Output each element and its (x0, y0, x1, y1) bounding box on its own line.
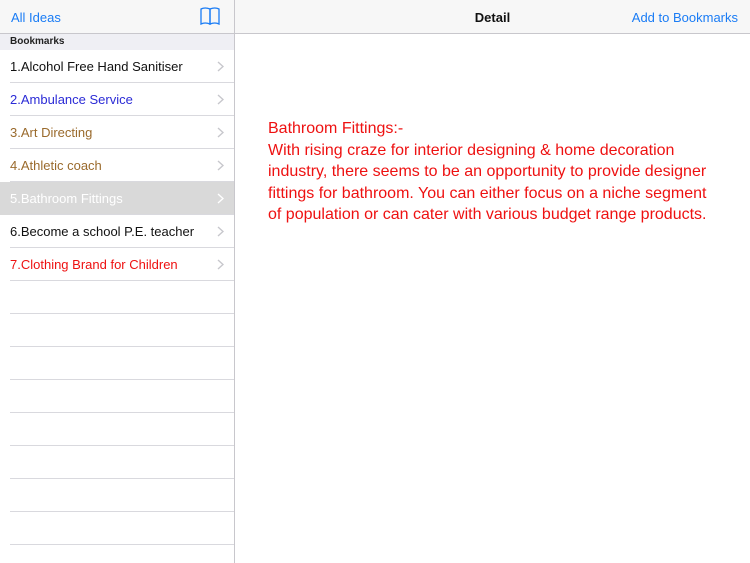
empty-row (0, 347, 234, 380)
empty-row (0, 512, 234, 545)
chevron-right-icon (217, 193, 224, 204)
bookmark-item-label: 2.Ambulance Service (10, 92, 133, 107)
detail-description: With rising craze for interior designing… (268, 141, 707, 224)
all-ideas-button[interactable]: All Ideas (11, 10, 61, 25)
sidebar: All Ideas Bookmarks 1.Alcohol Free Hand … (0, 0, 235, 563)
bookmark-item[interactable]: 5.Bathroom Fittings (0, 182, 234, 215)
bookmark-item-label: 3.Art Directing (10, 125, 93, 140)
empty-row (0, 413, 234, 446)
book-icon[interactable] (200, 7, 220, 25)
empty-row (0, 281, 234, 314)
empty-row (0, 314, 234, 347)
bookmark-item[interactable]: 4.Athletic coach (0, 149, 234, 182)
bookmark-item-label: 5.Bathroom Fittings (10, 191, 123, 206)
bookmark-item-label: 4.Athletic coach (10, 158, 102, 173)
detail-navbar: Detail Add to Bookmarks (235, 0, 750, 34)
bookmarks-list: 1.Alcohol Free Hand Sanitiser 2.Ambulance… (0, 50, 234, 281)
empty-row (0, 545, 234, 563)
bookmark-item[interactable]: 3.Art Directing (0, 116, 234, 149)
empty-row (0, 479, 234, 512)
chevron-right-icon (217, 94, 224, 105)
chevron-right-icon (217, 259, 224, 270)
bookmark-item[interactable]: 2.Ambulance Service (0, 83, 234, 116)
chevron-right-icon (217, 226, 224, 237)
bookmark-item-label: 7.Clothing Brand for Children (10, 257, 178, 272)
detail-content: Bathroom Fittings:- With rising craze fo… (268, 118, 718, 226)
bookmark-item-label: 1.Alcohol Free Hand Sanitiser (10, 59, 183, 74)
chevron-right-icon (217, 127, 224, 138)
bookmark-item[interactable]: 7.Clothing Brand for Children (0, 248, 234, 281)
add-to-bookmarks-button[interactable]: Add to Bookmarks (632, 10, 738, 25)
bookmarks-section-header: Bookmarks (0, 34, 234, 50)
chevron-right-icon (217, 160, 224, 171)
empty-row (0, 446, 234, 479)
bookmark-item[interactable]: 6.Become a school P.E. teacher (0, 215, 234, 248)
bookmark-item-label: 6.Become a school P.E. teacher (10, 224, 195, 239)
empty-list-area (0, 281, 234, 563)
sidebar-navbar: All Ideas (0, 0, 234, 34)
detail-heading: Bathroom Fittings:- (268, 120, 404, 137)
chevron-right-icon (217, 61, 224, 72)
empty-row (0, 380, 234, 413)
bookmark-item[interactable]: 1.Alcohol Free Hand Sanitiser (0, 50, 234, 83)
